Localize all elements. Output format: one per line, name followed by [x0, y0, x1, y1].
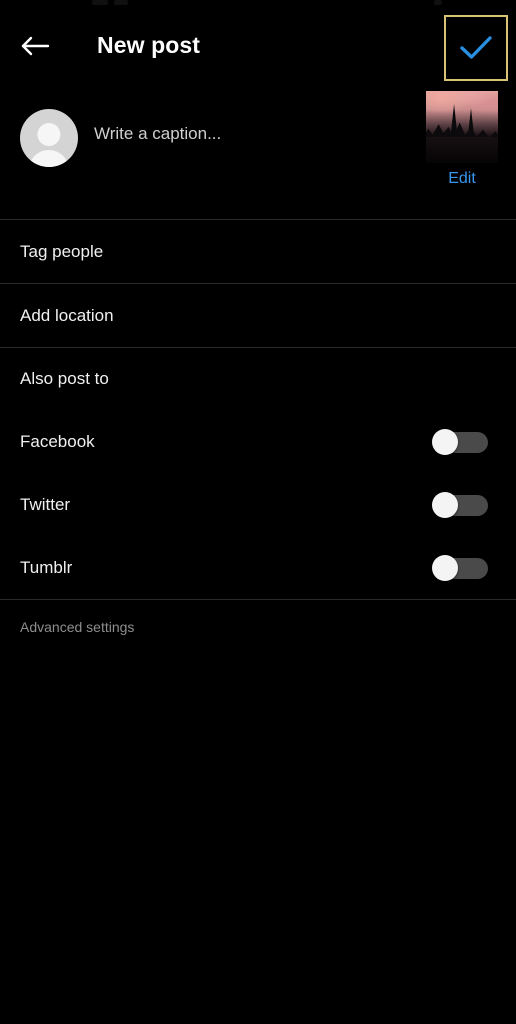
twitter-toggle[interactable] [432, 491, 488, 518]
add-location-label: Add location [20, 306, 114, 325]
twitter-toggle-thumb [432, 491, 458, 518]
facebook-row[interactable]: Facebook [0, 410, 516, 473]
twitter-label: Twitter [20, 495, 71, 514]
status-icon-right [434, 0, 442, 5]
advanced-settings-row[interactable]: Advanced settings [0, 600, 516, 654]
edit-photo-link[interactable]: Edit [426, 171, 498, 187]
arrow-left-icon [20, 34, 50, 58]
tumblr-toggle-thumb [432, 554, 458, 581]
facebook-toggle-thumb [432, 428, 458, 455]
new-post-screen: New post Edit [0, 0, 516, 1024]
check-icon [459, 34, 493, 62]
tag-people-row[interactable]: Tag people [0, 220, 516, 283]
tumblr-toggle[interactable] [432, 554, 488, 581]
empty-area [0, 654, 516, 1024]
confirm-post-button[interactable] [444, 15, 508, 81]
thumbnail-foreground [426, 137, 498, 163]
facebook-toggle[interactable] [432, 428, 488, 455]
avatar-body [29, 149, 69, 167]
also-post-to-heading: Also post to [20, 369, 109, 388]
status-icon-left-b [114, 0, 128, 5]
caption-section: Edit [0, 85, 516, 219]
avatar-head [37, 122, 61, 147]
tumblr-label: Tumblr [20, 558, 73, 577]
tumblr-row[interactable]: Tumblr [0, 536, 516, 599]
twitter-row[interactable]: Twitter [0, 473, 516, 536]
back-button[interactable] [20, 24, 64, 68]
advanced-settings-label: Advanced settings [20, 619, 135, 635]
default-avatar-icon [20, 109, 78, 167]
app-header: New post [0, 6, 516, 85]
status-icon-left-a [92, 0, 108, 5]
page-title: New post [97, 32, 201, 58]
thumbnail-column: Edit [426, 91, 498, 187]
caption-input[interactable] [94, 121, 394, 147]
add-location-row[interactable]: Add location [0, 284, 516, 347]
also-post-to-section: Also post to Facebook Twitter Tumblr [0, 348, 516, 599]
selected-photo-thumbnail[interactable] [426, 91, 498, 163]
tag-people-label: Tag people [20, 242, 104, 261]
facebook-label: Facebook [20, 432, 95, 451]
